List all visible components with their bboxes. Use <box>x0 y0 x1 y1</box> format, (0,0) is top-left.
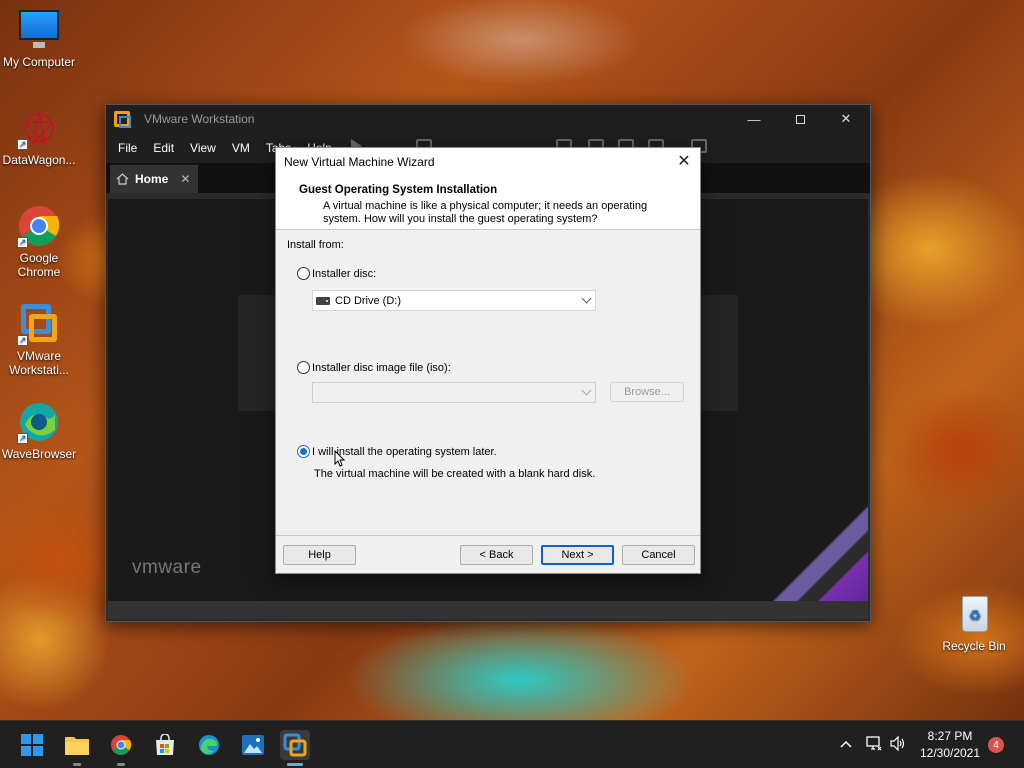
recycle-bin-icon: ♻ <box>952 592 996 636</box>
installer-disc-label[interactable]: Installer disc: <box>312 268 376 280</box>
desktop-icon-google-chrome[interactable]: ↗ Google Chrome <box>0 204 81 279</box>
desktop-icon-recycle-bin[interactable]: ♻ Recycle Bin <box>932 592 1016 653</box>
taskbar: 8:27 PM 12/30/2021 <box>0 720 1024 768</box>
radio-install-later[interactable] <box>297 445 310 458</box>
clock-time[interactable]: 8:27 PM <box>918 729 982 743</box>
install-from-label: Install from: <box>287 239 344 251</box>
wizard-close-icon[interactable]: ✕ <box>674 151 694 171</box>
new-vm-wizard-dialog: New Virtual Machine Wizard ✕ Guest Opera… <box>275 147 701 574</box>
vmware-icon <box>283 733 307 757</box>
wizard-description: A virtual machine is like a physical com… <box>323 200 648 225</box>
help-button[interactable]: Help <box>283 545 356 565</box>
taskbar-photos[interactable] <box>238 730 268 760</box>
menu-vm[interactable]: VM <box>224 141 258 155</box>
desktop-icon-label: Google Chrome <box>17 251 61 279</box>
iso-image-label[interactable]: Installer disc image file (iso): <box>312 362 451 374</box>
taskbar-edge[interactable] <box>194 730 224 760</box>
mouse-cursor-icon <box>334 450 346 467</box>
clock-date[interactable]: 12/30/2021 <box>918 746 982 760</box>
maximize-button[interactable] <box>777 105 823 133</box>
vmware-logo-icon <box>114 111 131 128</box>
wavebrowser-icon: ↗ <box>17 400 61 444</box>
tab-home-label: Home <box>135 172 169 186</box>
start-icon <box>21 734 43 756</box>
browse-button[interactable]: Browse... <box>610 382 684 402</box>
minimize-button[interactable]: — <box>731 105 777 133</box>
chrome-icon <box>111 735 132 755</box>
cd-drive-icon <box>316 296 330 305</box>
cancel-button[interactable]: Cancel <box>622 545 695 565</box>
taskbar-store[interactable] <box>150 730 180 760</box>
desktop-icon-label: DataWagon... <box>2 153 76 167</box>
desktop-icon-label: VMware Workstati... <box>9 349 69 377</box>
desktop-icon-vmware-workstation[interactable]: ↗ VMware Workstati... <box>0 302 81 377</box>
back-button[interactable]: < Back <box>460 545 533 565</box>
wizard-title-bar[interactable]: New Virtual Machine Wizard <box>276 148 700 175</box>
taskbar-chrome[interactable] <box>106 730 136 766</box>
next-button[interactable]: Next > <box>541 545 614 565</box>
chrome-icon: ↗ <box>17 204 61 248</box>
desktop-icon-wavebrowser[interactable]: ↗ WaveBrowser <box>0 400 81 461</box>
cd-drive-select[interactable]: CD Drive (D:) <box>312 290 596 311</box>
chevron-down-icon <box>581 385 592 396</box>
wizard-footer: Help < Back Next > Cancel <box>276 535 700 573</box>
chevron-up-icon[interactable] <box>840 738 852 752</box>
decorative-stripe <box>738 491 868 601</box>
cd-drive-value: CD Drive (D:) <box>335 294 401 307</box>
start-button[interactable] <box>17 730 47 760</box>
taskbar-file-explorer[interactable] <box>62 730 92 766</box>
radio-installer-disc[interactable] <box>297 267 310 280</box>
close-button[interactable]: ✕ <box>823 105 869 133</box>
network-icon[interactable] <box>866 736 882 754</box>
tab-close-icon[interactable]: ✕ <box>180 172 190 186</box>
wizard-title: New Virtual Machine Wizard <box>284 154 435 169</box>
desktop-icon-label: WaveBrowser <box>1 447 77 461</box>
monitor-icon <box>17 8 61 52</box>
iso-path-select[interactable] <box>312 382 596 403</box>
running-indicator <box>287 763 303 766</box>
home-icon <box>116 173 129 185</box>
desktop-icon-datawagon[interactable]: ↗ DataWagon... <box>0 106 81 167</box>
chevron-down-icon <box>581 293 592 304</box>
store-icon <box>156 734 174 755</box>
notification-badge[interactable]: 4 <box>988 737 1004 753</box>
edge-icon <box>199 735 219 755</box>
menu-edit[interactable]: Edit <box>145 141 182 155</box>
wizard-header: Guest Operating System Installation A vi… <box>276 175 700 230</box>
running-indicator <box>117 763 125 766</box>
vmware-brand-logo: vmware <box>132 557 202 578</box>
datawagon-icon: ↗ <box>17 106 61 150</box>
vmware-status-bar <box>108 601 868 619</box>
wizard-heading: Guest Operating System Installation <box>299 184 498 196</box>
vmware-title: VMware Workstation <box>144 112 255 126</box>
install-later-note: The virtual machine will be created with… <box>314 468 596 480</box>
desktop-icon-my-computer[interactable]: My Computer <box>0 8 81 69</box>
tab-home[interactable]: Home ✕ <box>110 165 199 193</box>
desktop-icon-label: Recycle Bin <box>942 639 1006 653</box>
desktop-icon-label: My Computer <box>2 55 76 69</box>
running-indicator <box>73 763 81 766</box>
vmware-icon: ↗ <box>17 302 61 346</box>
radio-iso-image[interactable] <box>297 361 310 374</box>
taskbar-vmware[interactable] <box>280 730 310 766</box>
photos-icon <box>242 735 264 755</box>
menu-view[interactable]: View <box>182 141 224 155</box>
file-explorer-icon <box>65 737 89 755</box>
volume-icon[interactable] <box>890 735 906 754</box>
menu-file[interactable]: File <box>110 141 145 155</box>
